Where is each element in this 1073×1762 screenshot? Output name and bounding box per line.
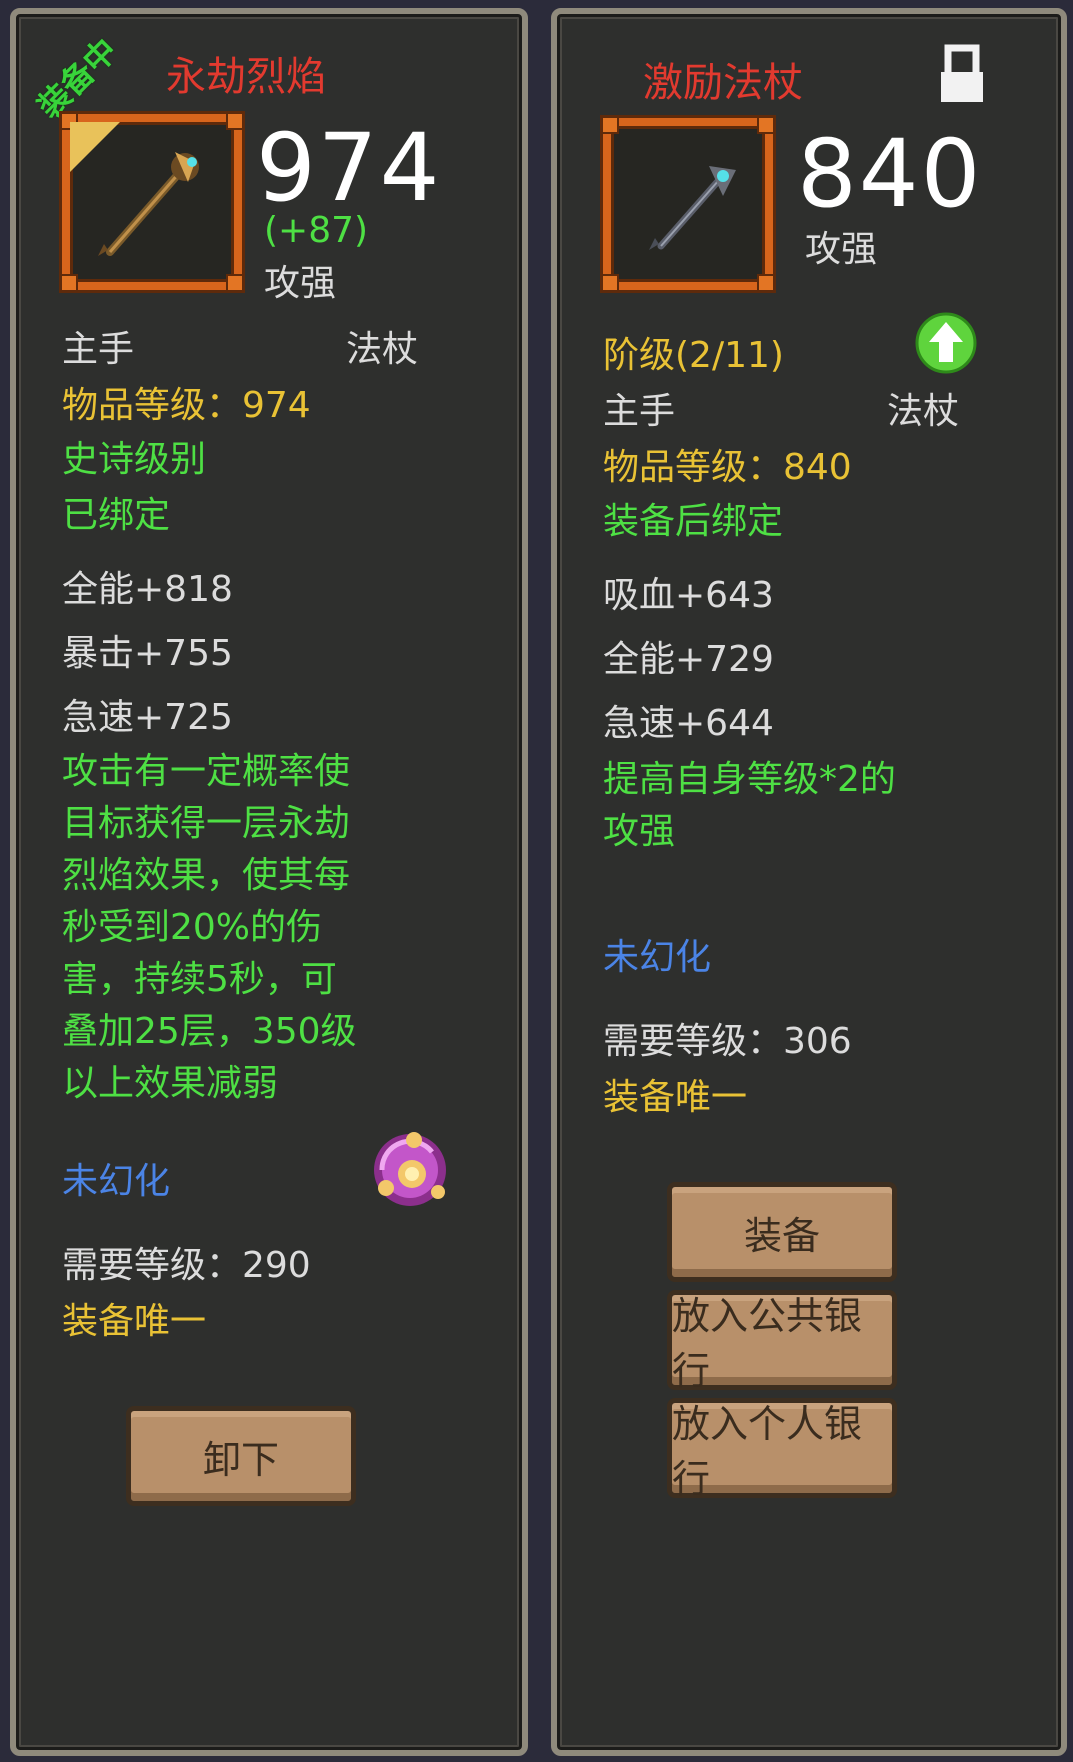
upgrade-tier: 阶级(2/11) [603, 335, 784, 376]
stat-line: 吸血+643 [603, 575, 774, 616]
item-level: 物品等级：974 [62, 385, 311, 426]
unequip-button[interactable]: 卸下 [126, 1406, 356, 1506]
bind-status: 装备后绑定 [603, 501, 784, 542]
stat-line: 全能+818 [62, 569, 233, 610]
item-title: 激励法杖 [643, 60, 803, 106]
attack-power-label: 攻强 [805, 229, 878, 270]
attack-power-value: 840 [797, 120, 983, 229]
staff-icon [649, 166, 736, 250]
stat-line: 急速+725 [62, 697, 233, 738]
lock-icon[interactable] [939, 44, 985, 104]
personal-bank-button[interactable]: 放入个人银行 [667, 1398, 897, 1501]
equip-slot: 主手 [62, 329, 135, 370]
unique-equip: 装备唯一 [62, 1301, 207, 1342]
upgrade-arrow-icon[interactable] [915, 312, 977, 374]
transmog-status: 未幻化 [62, 1161, 171, 1202]
unique-equip: 装备唯一 [603, 1077, 748, 1118]
guild-bank-button[interactable]: 放入公共银行 [667, 1290, 897, 1393]
attack-power-value: 974 [256, 114, 442, 223]
item-compare-screen: 装备中 永劫烈焰 974 (+87) 攻强 主手 法杖 物品等级：974 史诗级… [0, 0, 1073, 1762]
item-rarity: 史诗级别 [62, 439, 207, 480]
attack-power-label: 攻强 [264, 263, 337, 304]
item-title: 永劫烈焰 [166, 54, 326, 100]
stat-line: 全能+729 [603, 639, 774, 680]
item-icon-slot[interactable] [60, 112, 244, 292]
bind-status: 已绑定 [62, 495, 171, 536]
equip-slot: 主手 [603, 391, 676, 432]
equip-button[interactable]: 装备 [667, 1182, 897, 1282]
equipped-item-panel: 装备中 永劫烈焰 974 (+87) 攻强 主手 法杖 物品等级：974 史诗级… [10, 8, 528, 1756]
stat-line: 暴击+755 [62, 633, 233, 674]
item-type: 法杖 [346, 329, 419, 370]
item-icon-slot[interactable] [601, 116, 775, 292]
attack-power-diff: (+87) [264, 210, 369, 251]
transmog-status: 未幻化 [603, 937, 712, 978]
item-type: 法杖 [887, 391, 960, 432]
item-effect-description: 提高自身等级*2的攻强 [603, 759, 896, 852]
compared-item-panel: 激励法杖 840 攻强 阶级(2/11) 主手 法杖 物品等级：840 装备后绑… [551, 8, 1067, 1756]
item-effect-description: 攻击有一定概率使目标获得一层永劫烈焰效果，使其每秒受到20%的伤害，持续5秒，可… [62, 751, 357, 1104]
required-level: 需要等级：290 [62, 1245, 311, 1286]
required-level: 需要等级：306 [603, 1021, 852, 1062]
transmog-orb-icon[interactable] [368, 1126, 452, 1212]
item-level: 物品等级：840 [603, 447, 852, 488]
staff-icon [70, 122, 199, 256]
stat-line: 急速+644 [603, 703, 774, 744]
